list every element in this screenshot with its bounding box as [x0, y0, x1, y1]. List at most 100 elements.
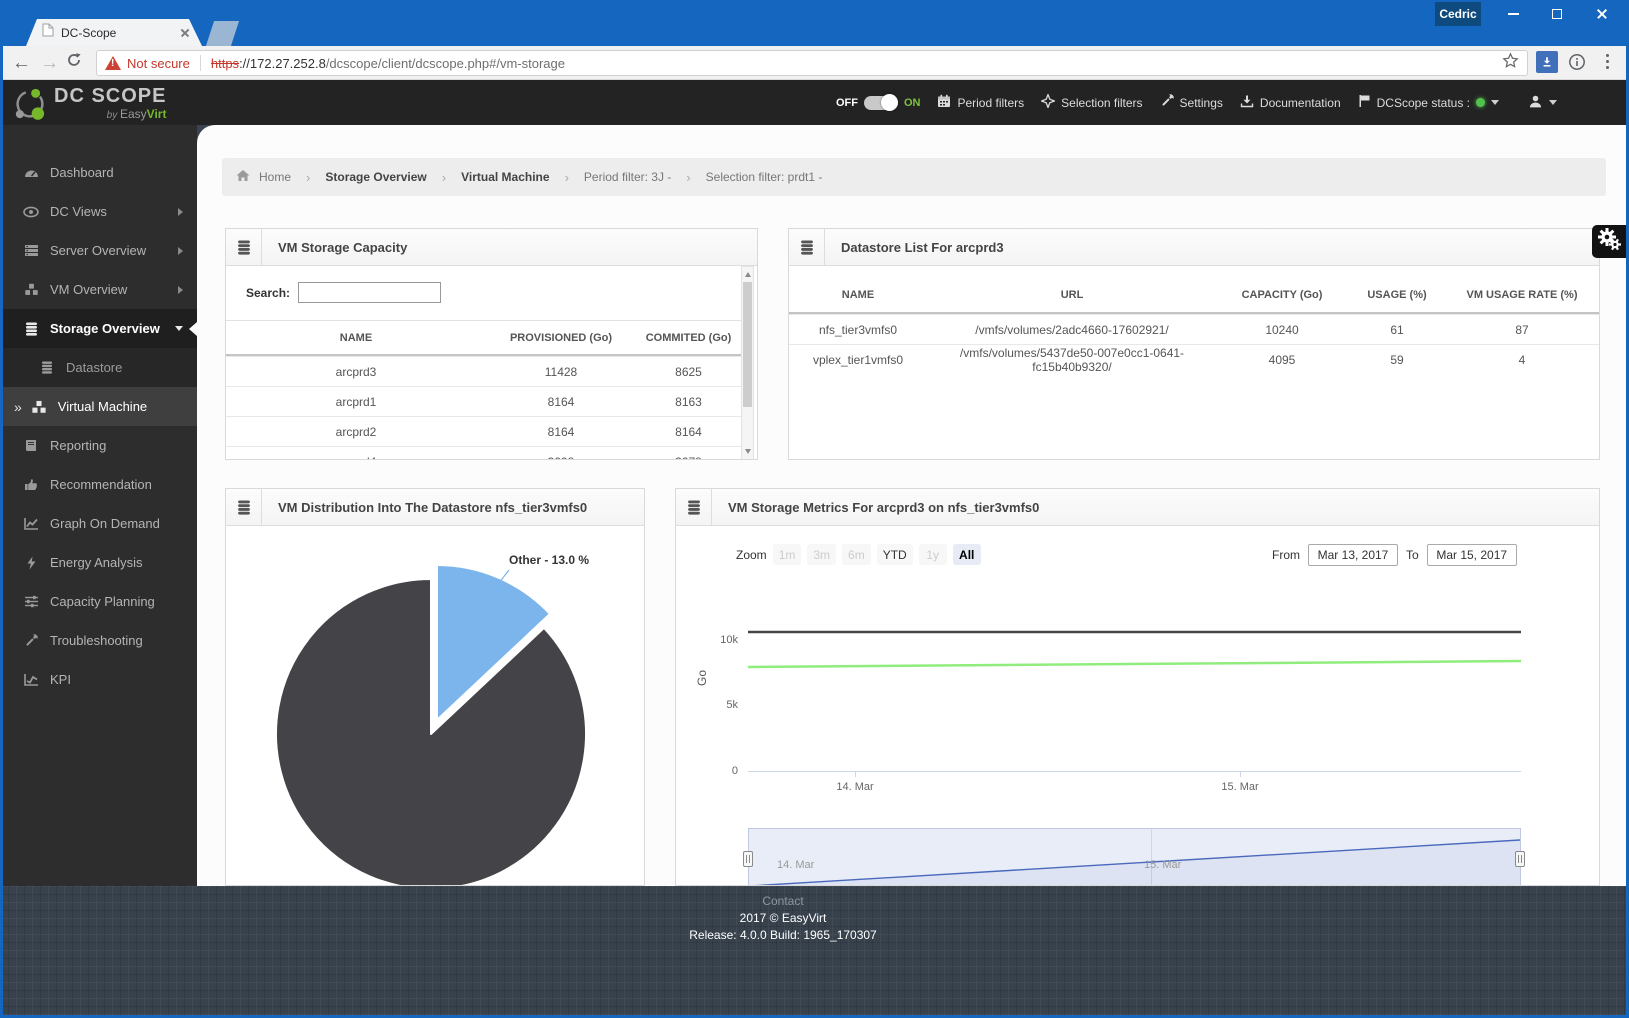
widget-settings-button[interactable]: [1592, 225, 1626, 258]
sidebar-item-server-overview[interactable]: Server Overview: [0, 231, 197, 270]
line-chart[interactable]: [748, 624, 1521, 774]
search-input[interactable]: [298, 282, 441, 303]
y-tick-5k: 5k: [686, 699, 738, 711]
x-tick: [1240, 771, 1241, 777]
not-secure-warning-icon[interactable]: [105, 56, 121, 70]
zoom-all-button[interactable]: All: [953, 544, 981, 565]
line-chart-icon: [22, 517, 40, 530]
sidebar-item-reporting[interactable]: Reporting: [0, 426, 197, 465]
scroll-up-icon[interactable]: [742, 268, 753, 281]
table-row[interactable]: vplex_tier1vmfs0 /vmfs/volumes/5437de50-…: [789, 344, 1600, 374]
dcscope-logo-icon: [12, 86, 48, 127]
settings-button[interactable]: Settings: [1160, 94, 1223, 111]
column-header-vm-usage-rate[interactable]: VM USAGE RATE (%): [1447, 289, 1597, 301]
zoom-1y-button[interactable]: 1y: [919, 544, 947, 565]
url-bar[interactable]: Not secure https://172.27.252.8/dcscope/…: [96, 50, 1528, 76]
page-favicon-icon: [42, 23, 54, 42]
dcscope-status[interactable]: DCScope status :: [1358, 94, 1499, 111]
browser-tab[interactable]: DC-Scope: [26, 19, 202, 46]
breadcrumb-separator-icon: ›: [559, 170, 575, 185]
close-icon: [1596, 8, 1608, 20]
forward-button[interactable]: →: [40, 53, 59, 72]
cell-commited: 8625: [636, 365, 741, 379]
footer: Contact 2017 © EasyVirt Release: 4.0.0 B…: [0, 886, 1629, 1018]
table-row[interactable]: arcprd1 8164 8163: [226, 386, 743, 416]
scrollbar-thumb[interactable]: [743, 282, 752, 407]
chart-navigator[interactable]: 14. Mar 15. Mar: [748, 828, 1521, 886]
sidebar-item-recommendation[interactable]: Recommendation: [0, 465, 197, 504]
onoff-toggle[interactable]: OFF ON: [836, 96, 921, 110]
breadcrumb: Home › Storage Overview › Virtual Machin…: [222, 158, 1606, 196]
column-header-name[interactable]: NAME: [789, 289, 927, 301]
sidebar-item-troubleshooting[interactable]: Troubleshooting: [0, 621, 197, 660]
sidebar-item-energy-analysis[interactable]: Energy Analysis: [0, 543, 197, 582]
on-label: ON: [904, 97, 921, 109]
vertical-scrollbar[interactable]: [741, 266, 754, 460]
cell-url: /vmfs/volumes/2adc4660-17602921/: [927, 323, 1217, 337]
refresh-button[interactable]: [66, 52, 82, 72]
tab-close-icon[interactable]: [178, 26, 192, 40]
topbar-menu: OFF ON Period filters Selection filters …: [640, 80, 1629, 125]
sidebar-item-storage-overview[interactable]: Storage Overview: [0, 309, 197, 348]
x-label-15-mar: 15. Mar: [1210, 781, 1270, 793]
cell-capacity: 10240: [1217, 323, 1347, 337]
breadcrumb-storage-overview[interactable]: Storage Overview: [325, 170, 426, 184]
column-header-capacity[interactable]: CAPACITY (Go): [1217, 289, 1347, 301]
sidebar-item-virtual-machine[interactable]: Virtual Machine: [0, 387, 197, 426]
bookmark-star-icon[interactable]: [1502, 52, 1519, 74]
pie-chart[interactable]: [226, 526, 644, 886]
zoom-6m-button[interactable]: 6m: [842, 544, 871, 565]
selection-filters-label: Selection filters: [1061, 96, 1142, 110]
column-header-usage[interactable]: USAGE (%): [1347, 289, 1447, 301]
new-tab-button[interactable]: [206, 21, 239, 46]
table-row[interactable]: arcprd2 8164 8164: [226, 416, 743, 446]
copyright-text: 2017 © EasyVirt: [0, 910, 1566, 927]
panel-title: VM Storage Capacity: [262, 229, 407, 265]
browser-profile-badge[interactable]: Cedric: [1435, 2, 1481, 26]
sidebar-item-graph-on-demand[interactable]: Graph On Demand: [0, 504, 197, 543]
download-extension-button[interactable]: [1536, 51, 1558, 73]
navigator-left-handle[interactable]: [743, 851, 753, 867]
period-filters-button[interactable]: Period filters: [937, 94, 1024, 111]
back-button[interactable]: ←: [12, 53, 31, 72]
sidebar-item-dashboard[interactable]: Dashboard: [0, 153, 197, 192]
info-icon[interactable]: [1568, 53, 1586, 76]
user-menu[interactable]: [1528, 94, 1557, 112]
navigator-right-handle[interactable]: [1515, 851, 1525, 867]
zoom-1m-button[interactable]: 1m: [773, 544, 802, 565]
scroll-down-icon[interactable]: [742, 445, 753, 458]
window-close-button[interactable]: [1580, 0, 1624, 28]
contact-link[interactable]: Contact: [0, 893, 1566, 910]
browser-menu-icon[interactable]: [1606, 54, 1609, 69]
sidebar-item-kpi[interactable]: KPI: [0, 660, 197, 699]
documentation-button[interactable]: Documentation: [1240, 94, 1341, 111]
window-maximize-button[interactable]: [1535, 0, 1579, 28]
database-icon: [226, 229, 262, 265]
breadcrumb-home[interactable]: Home: [259, 170, 291, 184]
table-row[interactable]: arcprd3 11428 8625: [226, 356, 743, 386]
sidebar-item-vm-overview[interactable]: VM Overview: [0, 270, 197, 309]
url-text[interactable]: https://172.27.252.8/dcscope/client/dcsc…: [211, 56, 1502, 71]
cell-usage: 59: [1347, 353, 1447, 367]
selection-filters-button[interactable]: Selection filters: [1041, 94, 1142, 111]
chevron-right-icon: [178, 247, 183, 255]
to-date-input[interactable]: [1427, 544, 1517, 566]
sidebar-item-dc-views[interactable]: DC Views: [0, 192, 197, 231]
zoom-ytd-button[interactable]: YTD: [877, 544, 913, 565]
column-header-url[interactable]: URL: [927, 289, 1217, 301]
column-header-provisioned[interactable]: PROVISIONED (Go): [486, 332, 636, 344]
table-row[interactable]: nfs_tier3vmfs0 /vmfs/volumes/2adc4660-17…: [789, 314, 1600, 344]
window-minimize-button[interactable]: [1491, 0, 1535, 28]
toggle-switch[interactable]: [864, 96, 898, 110]
url-path: /dcscope/client/dcscope.php#/vm-storage: [326, 56, 565, 71]
zoom-3m-button[interactable]: 3m: [807, 544, 836, 565]
sidebar-item-datastore[interactable]: Datastore: [0, 348, 197, 387]
table-row[interactable]: arcprd4 3098 3078: [226, 446, 743, 460]
sidebar-item-capacity-planning[interactable]: Capacity Planning: [0, 582, 197, 621]
column-header-commited[interactable]: COMMITED (Go): [636, 332, 741, 344]
active-item-notch: [189, 322, 197, 336]
column-header-name[interactable]: NAME: [226, 332, 486, 344]
release-text: Release: 4.0.0 Build: 1965_170307: [0, 927, 1566, 944]
breadcrumb-virtual-machine[interactable]: Virtual Machine: [461, 170, 549, 184]
from-date-input[interactable]: [1308, 544, 1398, 566]
